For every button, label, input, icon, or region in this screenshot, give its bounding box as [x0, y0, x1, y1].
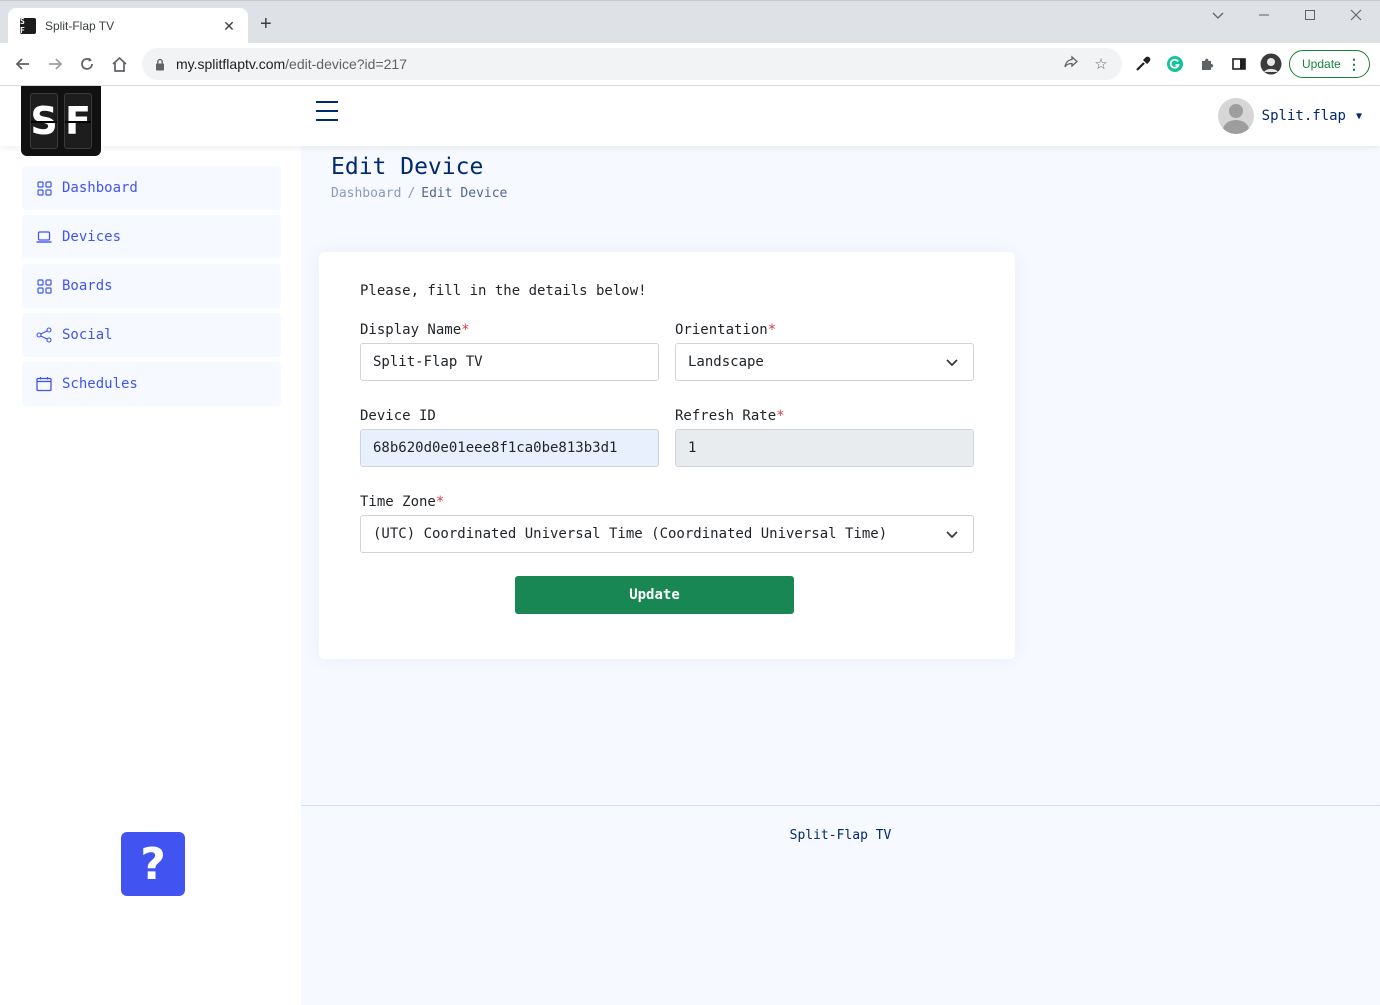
device-id-label: Device ID — [360, 408, 436, 424]
more-vert-icon[interactable]: ⋮ — [1347, 56, 1361, 73]
chevron-down-icon — [946, 531, 958, 539]
update-button[interactable]: Update — [515, 576, 794, 614]
edit-device-card: Please, fill in the details below! Displ… — [319, 252, 1015, 659]
sidebar-item-social[interactable]: Social — [22, 313, 281, 357]
breadcrumb-separator: / — [407, 186, 416, 201]
tab-search-icon[interactable] — [1203, 7, 1233, 25]
main-content: Edit Device Dashboard / Edit Device Please… — [301, 146, 1380, 1005]
app-logo[interactable]: S F — [21, 86, 101, 156]
window-close-icon[interactable] — [1341, 7, 1371, 25]
minimize-icon[interactable] — [1249, 7, 1279, 25]
sidebar-item-label: Boards — [62, 278, 113, 294]
profile-avatar-icon[interactable] — [1260, 53, 1282, 75]
tab-title: Split-Flap TV — [45, 19, 115, 33]
menu-toggle-icon[interactable] — [316, 101, 338, 121]
favicon-icon: S F — [20, 17, 36, 35]
calendar-icon — [36, 376, 52, 392]
display-name-input[interactable]: Split-Flap TV — [360, 343, 659, 381]
sidebar-item-label: Schedules — [62, 376, 138, 392]
back-icon[interactable] — [12, 53, 34, 75]
time-zone-label: Time Zone* — [360, 494, 445, 510]
footer: Split-Flap TV — [301, 805, 1380, 1005]
avatar[interactable] — [1217, 98, 1254, 134]
orientation-select[interactable]: Landscape — [675, 343, 974, 381]
laptop-icon — [36, 229, 52, 245]
caret-down-icon[interactable]: ▼ — [1356, 111, 1362, 122]
logo-flap-right: F — [64, 93, 92, 149]
side-panel-icon[interactable] — [1228, 53, 1250, 75]
page-title: Edit Device — [331, 154, 484, 180]
share-icon — [36, 327, 52, 343]
address-bar[interactable]: my.splitflaptv.com/edit-device?id=217 ☆ — [142, 48, 1122, 80]
eyedropper-icon[interactable] — [1132, 53, 1154, 75]
user-name[interactable]: Split.flap — [1262, 108, 1346, 124]
forward-icon[interactable] — [44, 53, 66, 75]
browser-tab[interactable]: S F Split-Flap TV ✕ — [8, 8, 248, 44]
sidebar-item-boards[interactable]: Boards — [22, 264, 281, 308]
grid-icon — [36, 278, 52, 294]
form-intro: Please, fill in the details below! — [360, 283, 647, 299]
time-zone-select[interactable]: (UTC) Coordinated Universal Time (Coordi… — [360, 515, 974, 553]
browser-update-button[interactable]: Update ⋮ — [1289, 50, 1370, 78]
sidebar-item-schedules[interactable]: Schedules — [22, 362, 281, 406]
help-button[interactable]: ? — [121, 832, 185, 896]
display-name-label: Display Name* — [360, 322, 470, 338]
breadcrumb-dashboard-link[interactable]: Dashboard — [331, 186, 401, 201]
browser-toolbar: my.splitflaptv.com/edit-device?id=217 ☆ … — [0, 43, 1380, 86]
sidebar-item-dashboard[interactable]: Dashboard — [22, 166, 281, 210]
browser-tabstrip: S F Split-Flap TV ✕ + — [0, 0, 1380, 44]
orientation-label: Orientation* — [675, 322, 777, 338]
sidebar-item-label: Social — [62, 327, 113, 343]
sidebar-item-label: Dashboard — [62, 180, 138, 196]
refresh-rate-input[interactable]: 1 — [675, 429, 974, 467]
home-icon[interactable] — [108, 53, 130, 75]
grammarly-icon[interactable] — [1164, 53, 1186, 75]
user-menu[interactable]: Split.flap ▼ — [1217, 98, 1362, 134]
device-id-input[interactable]: 68b620d0e01eee8f1ca0be813b3d1 — [360, 429, 659, 467]
share-page-icon[interactable] — [1056, 54, 1086, 74]
refresh-rate-label: Refresh Rate* — [675, 408, 785, 424]
extensions-icon[interactable] — [1196, 53, 1218, 75]
new-tab-icon[interactable]: + — [260, 14, 272, 34]
bookmark-star-icon[interactable]: ☆ — [1086, 55, 1116, 73]
footer-text: Split-Flap TV — [789, 828, 892, 843]
sidebar: Dashboard Devices Boards Social Schedule… — [0, 146, 301, 1005]
app-header: Split.flap ▼ — [0, 86, 1380, 146]
tab-close-icon[interactable]: ✕ — [220, 18, 238, 35]
sidebar-item-devices[interactable]: Devices — [22, 215, 281, 259]
chevron-down-icon — [946, 359, 958, 367]
url-text: my.splitflaptv.com/edit-device?id=217 — [176, 56, 407, 72]
maximize-icon[interactable] — [1295, 7, 1325, 25]
breadcrumb: Dashboard / Edit Device — [331, 186, 507, 201]
app-root: S F Split.flap ▼ Dashboard Devices Board… — [0, 86, 1380, 1005]
logo-flap-left: S — [30, 93, 58, 149]
reload-icon[interactable] — [76, 53, 98, 75]
breadcrumb-current: Edit Device — [421, 186, 508, 201]
sidebar-item-label: Devices — [62, 229, 122, 245]
lock-icon[interactable] — [154, 57, 166, 71]
grid-icon — [36, 180, 52, 196]
